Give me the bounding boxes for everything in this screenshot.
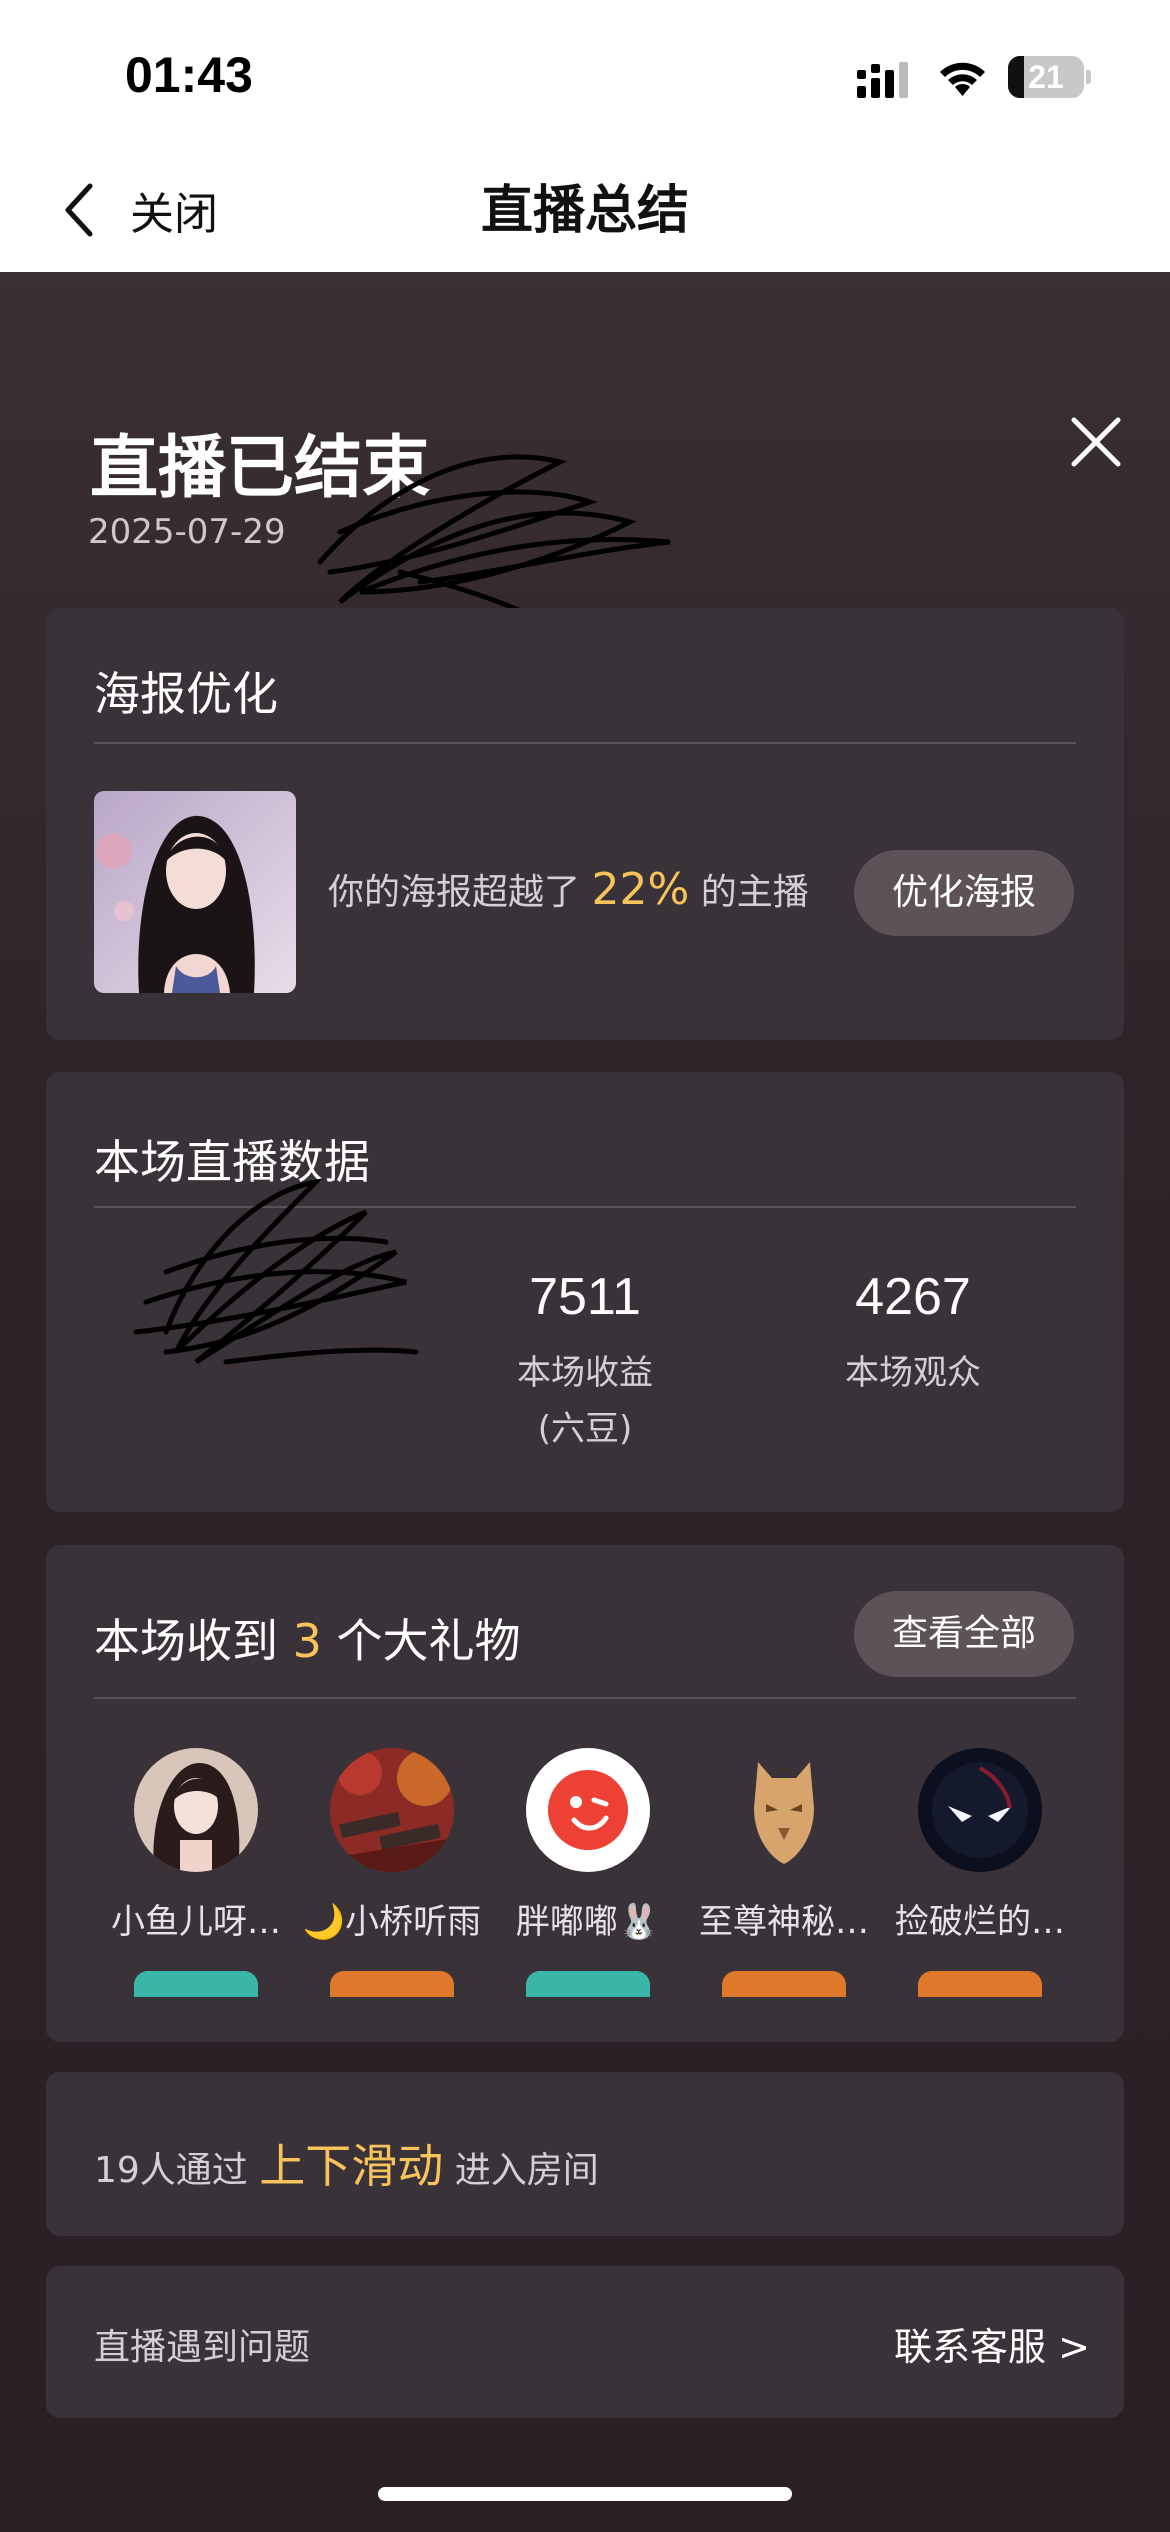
gift-sender[interactable]: 小鱼儿呀… <box>96 1748 296 1997</box>
stat-viewers-label: 本场观众 <box>845 1353 981 1393</box>
gifts-title-before: 本场收到 <box>94 1614 278 1668</box>
stat-earnings-label: 本场收益 (六豆) <box>472 1345 698 1457</box>
gift-sender-name: 捡破烂的… <box>895 1902 1065 1942</box>
gift-sender-name: 胖嘟嘟🐰 <box>515 1902 661 1942</box>
swipe-highlight: 上下滑动 <box>259 2139 444 2193</box>
view-all-button[interactable]: 查看全部 <box>854 1591 1074 1677</box>
gift-sender[interactable]: 🌙小桥听雨 <box>292 1748 492 1997</box>
swipe-entry-card: 19人通过 上下滑动 进入房间 <box>46 2072 1124 2236</box>
stat-earnings-label-text: 本场收益 <box>517 1353 653 1393</box>
battery-percent: 21 <box>1028 59 1064 95</box>
gift-sender-name: 🌙小桥听雨 <box>302 1902 482 1942</box>
poster-thumbnail[interactable] <box>94 791 296 993</box>
poster-percent: 22% <box>591 864 690 915</box>
chevron-left-icon <box>65 183 93 237</box>
divider <box>94 1206 1076 1208</box>
help-label: 直播遇到问题 <box>94 2327 311 2368</box>
level-badge <box>330 1971 454 1997</box>
poster-rank-text: 你的海报超越了 22% 的主播 <box>328 863 809 915</box>
swipe-prefix: 19人通过 <box>94 2150 248 2191</box>
gifts-card: 本场收到 3 个大礼物 查看全部 小鱼儿呀… 🌙小桥听雨 胖嘟嘟🐰 至尊神秘… … <box>46 1545 1124 2042</box>
back-label: 关闭 <box>130 189 218 240</box>
stat-earnings-value: 7511 <box>529 1268 641 1326</box>
gift-sender-name: 小鱼儿呀… <box>111 1902 281 1942</box>
wifi-icon <box>940 62 985 96</box>
avatar <box>918 1748 1042 1872</box>
gift-sender[interactable]: 至尊神秘… <box>684 1748 884 1997</box>
level-badge <box>134 1971 258 1997</box>
avatar <box>526 1748 650 1872</box>
swipe-entry-text: 19人通过 上下滑动 进入房间 <box>94 2130 599 2196</box>
poster-card: 海报优化 你的海报超越了 22% 的主播 优化海报 <box>46 608 1124 1040</box>
status-time: 01:43 <box>125 47 253 103</box>
home-indicator[interactable] <box>378 2487 792 2501</box>
stat-viewers-value: 4267 <box>855 1268 971 1326</box>
swipe-suffix: 进入房间 <box>454 2150 599 2191</box>
avatar <box>330 1748 454 1872</box>
divider <box>94 1697 1076 1699</box>
level-badge <box>722 1971 846 1997</box>
stat-earnings-unit: (六豆) <box>537 1409 633 1449</box>
gift-sender[interactable]: 胖嘟嘟🐰 <box>488 1748 688 1997</box>
gift-sender-name: 至尊神秘… <box>699 1902 869 1942</box>
poster-text-after: 的主播 <box>700 872 809 913</box>
status-bar: 01:43 21 <box>0 0 1170 150</box>
level-badge <box>918 1971 1042 1997</box>
divider <box>94 742 1076 744</box>
help-card: 直播遇到问题 联系客服 > <box>46 2266 1124 2418</box>
contact-support-link[interactable]: 联系客服 > <box>894 2316 1090 2371</box>
battery-icon: 21 <box>1008 56 1091 98</box>
gift-sender[interactable]: 捡破烂的… <box>880 1748 1080 1997</box>
live-date: 2025-07-29 <box>88 512 286 552</box>
level-badge <box>526 1971 650 1997</box>
live-ended-heading: 直播已结束 <box>90 429 431 508</box>
gifts-title-after: 个大礼物 <box>336 1614 521 1668</box>
avatar <box>722 1748 846 1872</box>
stats-card-title: 本场直播数据 <box>94 1135 370 1189</box>
poster-card-title: 海报优化 <box>94 667 278 721</box>
stat-viewers: 4267 本场观众 <box>800 1267 1026 1401</box>
close-icon[interactable] <box>1068 414 1124 470</box>
cellular-signal-icon <box>857 62 908 98</box>
back-button[interactable]: 关闭 <box>60 170 218 250</box>
avatar <box>134 1748 258 1872</box>
live-stats-card: 本场直播数据 7511 本场收益 (六豆) 4267 本场观众 <box>46 1072 1124 1512</box>
optimize-poster-button[interactable]: 优化海报 <box>854 850 1074 936</box>
gifts-count: 3 <box>292 1614 322 1668</box>
nav-bar: 直播总结 关闭 <box>0 150 1170 272</box>
poster-text-before: 你的海报超越了 <box>328 872 581 913</box>
summary-screen: 直播已结束 2025-07-29 海报优化 你的海报超越了 22% 的主播 优化… <box>0 272 1170 2532</box>
gifts-card-title: 本场收到 3 个大礼物 <box>94 1605 521 1671</box>
stat-earnings: 7511 本场收益 (六豆) <box>472 1267 698 1457</box>
